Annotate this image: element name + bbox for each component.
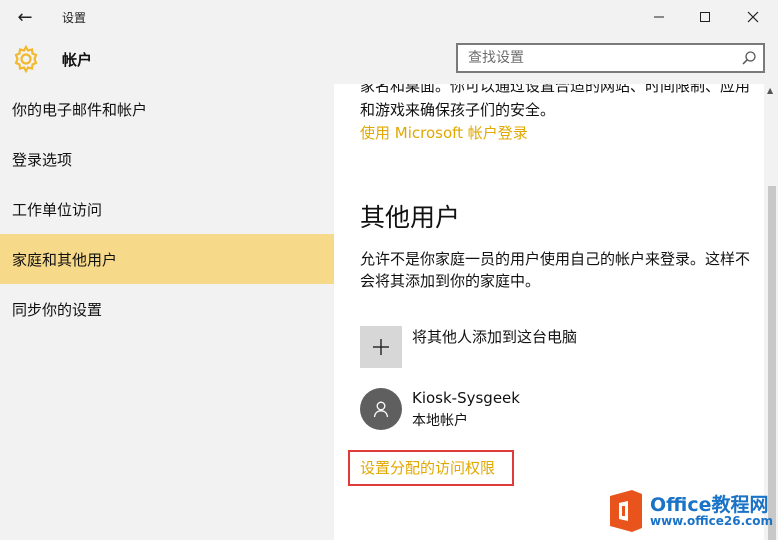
search-input[interactable]: [458, 45, 728, 71]
section-title-other-users: 其他用户: [360, 203, 461, 232]
page-title: 帐户: [62, 51, 93, 69]
sidebar-item-family-other-users[interactable]: 家庭和其他用户: [0, 234, 334, 284]
page-header: 帐户: [0, 34, 778, 84]
sidebar-item-work-access[interactable]: 工作单位访问: [0, 184, 334, 234]
watermark-url: www.office26.com: [650, 514, 774, 528]
sidebar-item-sign-in-options[interactable]: 登录选项: [0, 134, 334, 184]
window-title: 设置: [62, 11, 87, 25]
sidebar-item-label: 同步你的设置: [12, 300, 103, 319]
add-user-button[interactable]: [360, 326, 402, 368]
avatar[interactable]: [360, 388, 402, 430]
scrollbar-thumb[interactable]: [768, 186, 776, 540]
title-bar: ← 设置: [0, 0, 778, 34]
family-description-text: 家名和桌面。你可以通过设置合适的网站、时间限制、应用和游戏来确保孩子们的安全。: [360, 84, 751, 119]
close-button[interactable]: [730, 0, 776, 34]
other-users-description: 允许不是你家庭一员的用户使用自己的帐户来登录。这样不会将其添加到你的家庭中。: [360, 250, 751, 290]
user-icon: [373, 401, 389, 418]
close-icon: [747, 11, 759, 23]
sidebar-item-sync-settings[interactable]: 同步你的设置: [0, 284, 334, 334]
back-button[interactable]: ←: [8, 4, 42, 30]
watermark-logo: Office教程网 www.office26.com: [606, 488, 774, 534]
office-logo-icon: [610, 490, 642, 532]
watermark-brand: Office教程网: [650, 494, 769, 516]
minimize-button[interactable]: [636, 0, 682, 34]
user-name[interactable]: Kiosk-Sysgeek: [412, 389, 520, 407]
gear-icon: [14, 44, 38, 74]
user-account-type: 本地帐户: [412, 413, 468, 429]
maximize-icon: [700, 12, 710, 22]
sidebar-item-email-accounts[interactable]: 你的电子邮件和帐户: [0, 84, 334, 134]
search-icon[interactable]: [741, 50, 757, 66]
back-arrow-icon: ←: [17, 6, 33, 28]
minimize-icon: [654, 16, 664, 18]
scrollbar[interactable]: ▲: [764, 84, 778, 540]
maximize-button[interactable]: [682, 0, 728, 34]
sidebar-item-label: 家庭和其他用户: [12, 250, 118, 269]
scroll-up-icon[interactable]: ▲: [767, 86, 773, 95]
sidebar-item-label: 你的电子邮件和帐户: [12, 100, 148, 119]
plus-icon: [373, 339, 389, 355]
assigned-access-link[interactable]: 设置分配的访问权限: [360, 457, 495, 478]
microsoft-account-signin-link[interactable]: 使用 Microsoft 帐户登录: [360, 122, 528, 143]
sidebar: 你的电子邮件和帐户 登录选项 工作单位访问 家庭和其他用户 同步你的设置: [0, 84, 334, 540]
add-user-label[interactable]: 将其他人添加到这台电脑: [412, 326, 577, 347]
main-content: 家名和桌面。你可以通过设置合适的网站、时间限制、应用和游戏来确保孩子们的安全。 …: [334, 84, 778, 540]
search-box[interactable]: [456, 43, 765, 73]
sidebar-item-label: 工作单位访问: [12, 200, 103, 219]
sidebar-item-label: 登录选项: [12, 150, 73, 169]
